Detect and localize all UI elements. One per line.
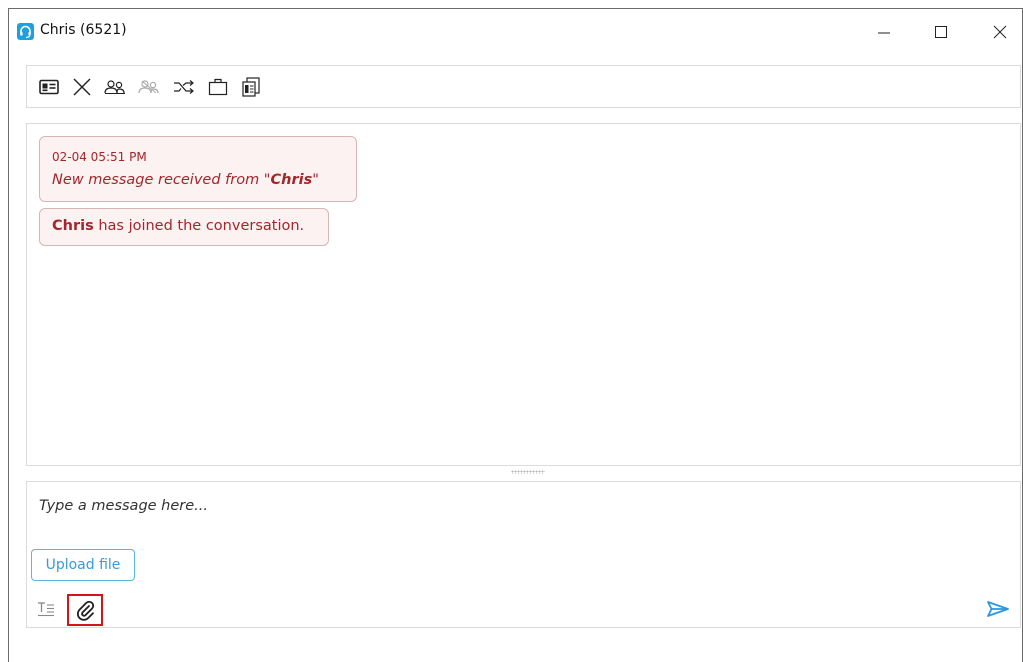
transcript-icon (242, 77, 260, 97)
splitter-grip[interactable] (511, 470, 545, 474)
message-sender: Chris (270, 172, 313, 188)
title-bar: Chris (6521) (9, 9, 1022, 55)
maximize-icon (935, 26, 947, 38)
conversation-panel[interactable]: 02-04 05:51 PM New message received from… (26, 123, 1021, 466)
transfer-agent-icon (104, 80, 125, 94)
wrapup-button[interactable] (206, 76, 230, 98)
close-button[interactable] (977, 17, 1023, 47)
transcript-button[interactable] (239, 76, 263, 98)
upload-file-button[interactable]: Upload file (31, 549, 135, 581)
conference-icon (138, 80, 159, 94)
headset-icon (17, 23, 34, 40)
join-notice: Chris has joined the conversation. (39, 208, 329, 246)
conference-button (137, 76, 161, 98)
join-text: Chris has joined the conversation. (52, 218, 305, 234)
message-text: New message received from "Chris" (52, 172, 319, 188)
transfer-agent-button[interactable] (103, 76, 127, 98)
message-timestamp: 02-04 05:51 PM (52, 150, 147, 164)
text-format-button[interactable] (36, 599, 56, 619)
panel-splitter[interactable] (26, 466, 1021, 480)
message-input[interactable] (39, 494, 999, 518)
compose-panel: Upload file (26, 481, 1021, 628)
send-button[interactable] (985, 599, 1011, 619)
maximize-button[interactable] (918, 17, 964, 47)
minimize-button[interactable] (861, 17, 907, 47)
end-chat-icon (73, 78, 91, 96)
text-format-icon (38, 602, 54, 617)
window-title: Chris (6521) (40, 22, 127, 38)
minimize-icon (878, 32, 890, 34)
joined-name: Chris (52, 218, 94, 234)
toolbar (26, 65, 1021, 108)
contact-card-icon (39, 79, 59, 95)
wrapup-icon (208, 78, 228, 96)
route-button[interactable] (172, 76, 196, 98)
paperclip-icon (77, 600, 95, 621)
route-icon (174, 80, 194, 94)
system-message: 02-04 05:51 PM New message received from… (39, 136, 357, 202)
close-icon (993, 25, 1007, 39)
contact-card-button[interactable] (37, 76, 61, 98)
attach-button[interactable] (67, 594, 103, 626)
chat-window: Chris (6521) 02-04 05:51 PM New message … (8, 8, 1023, 662)
send-icon (987, 601, 1009, 617)
end-chat-button[interactable] (70, 76, 94, 98)
